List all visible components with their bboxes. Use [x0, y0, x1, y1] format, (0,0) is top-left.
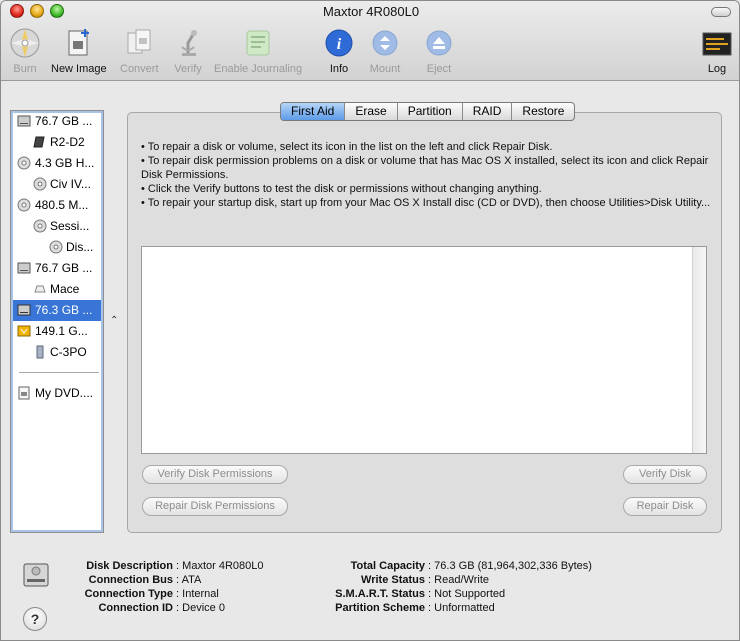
info-write-status: Write Status : Read/Write	[361, 574, 489, 586]
log-button[interactable]: Log	[701, 27, 733, 75]
window-title: Maxtor 4R080L0	[322, 4, 420, 19]
volume-icon	[34, 285, 46, 293]
info-disk-description: Disk Description : Maxtor 4R080L0	[86, 560, 264, 572]
instruction-line: • Click the Verify buttons to test the d…	[141, 183, 542, 195]
burn-button[interactable]: Burn	[9, 27, 41, 75]
info-connection-id: Connection ID : Device 0	[98, 602, 225, 614]
mount-icon	[372, 30, 398, 56]
split-view-handle[interactable]: ⌃	[110, 315, 118, 326]
device-item[interactable]: 149.1 G...	[13, 321, 101, 342]
volume-item[interactable]: C-3PO	[13, 342, 101, 363]
title-toolbar: Maxtor 4R080L0 Burn New Image Convert Ve…	[1, 1, 739, 81]
verify-button[interactable]: Verify	[172, 27, 204, 75]
info-button[interactable]: i Info	[323, 27, 355, 75]
disk-image-icon	[18, 386, 30, 400]
hard-drive-icon	[23, 563, 49, 587]
first-aid-instructions: • To repair a disk or volume, select its…	[141, 140, 711, 210]
new-image-icon	[68, 29, 89, 56]
mount-button[interactable]: Mount	[369, 27, 401, 75]
log-icon	[702, 32, 732, 56]
optical-disc-icon	[17, 198, 31, 212]
info-connection-bus: Connection Bus : ATA	[88, 574, 202, 586]
external-drive-icon	[17, 325, 31, 337]
verify-icon	[181, 30, 197, 56]
device-item[interactable]: 4.3 GB H...	[13, 153, 101, 174]
volume-item[interactable]: Dis...	[13, 237, 101, 258]
disk-image-item[interactable]: My DVD....	[13, 383, 101, 404]
enable-journaling-button[interactable]: Enable Journaling	[214, 27, 302, 75]
first-aid-log[interactable]	[141, 246, 707, 454]
sidebar-divider	[19, 372, 99, 373]
tab-partition[interactable]: Partition	[398, 103, 463, 120]
device-item-selected[interactable]: 76.3 GB ...	[13, 300, 101, 321]
volume-icon	[33, 136, 45, 148]
volume-item[interactable]: Mace	[13, 279, 101, 300]
device-list[interactable]: 76.7 GB ... R2-D2 4.3 GB H... Civ IV... …	[10, 110, 104, 533]
disk-utility-window: Maxtor 4R080L0 Burn New Image Convert Ve…	[0, 0, 740, 641]
optical-disc-icon	[33, 177, 47, 191]
svg-text:i: i	[337, 36, 342, 53]
info-connection-type: Connection Type : Internal	[84, 588, 219, 600]
tab-bar: First Aid Erase Partition RAID Restore	[280, 102, 576, 121]
toolbar-toggle-button[interactable]	[711, 7, 731, 17]
tab-erase[interactable]: Erase	[345, 103, 398, 120]
volume-item[interactable]: Civ IV...	[13, 174, 101, 195]
device-item[interactable]: 76.7 GB ...	[13, 258, 101, 279]
convert-button[interactable]: Convert	[120, 27, 159, 75]
optical-disc-icon	[49, 240, 63, 254]
convert-icon	[127, 29, 151, 54]
repair-disk-permissions-button[interactable]: Repair Disk Permissions	[142, 497, 288, 516]
device-item[interactable]: 480.5 M...	[13, 195, 101, 216]
session-item[interactable]: Sessi...	[13, 216, 101, 237]
volume-item[interactable]: R2-D2	[13, 132, 101, 153]
info-partition-scheme: Partition Scheme : Unformatted	[335, 602, 495, 614]
hard-drive-icon	[17, 262, 31, 274]
burn-icon	[10, 28, 40, 58]
repair-disk-button[interactable]: Repair Disk	[623, 497, 707, 516]
device-item[interactable]: 76.7 GB ...	[13, 111, 101, 132]
log-scrollbar[interactable]	[692, 247, 706, 453]
volume-icon	[36, 345, 44, 359]
optical-disc-icon	[33, 219, 47, 233]
instruction-line: • To repair disk permission problems on …	[141, 155, 709, 181]
eject-icon	[426, 30, 452, 56]
instruction-line: • To repair your startup disk, start up …	[141, 197, 711, 209]
hard-drive-icon	[17, 115, 31, 127]
info-smart-status: S.M.A.R.T. Status : Not Supported	[335, 588, 506, 600]
optical-disc-icon	[17, 156, 31, 170]
verify-disk-permissions-button[interactable]: Verify Disk Permissions	[142, 465, 288, 484]
journaling-icon	[246, 30, 270, 56]
tab-raid[interactable]: RAID	[463, 103, 513, 120]
help-button[interactable]: ?	[23, 607, 47, 631]
instruction-line: • To repair a disk or volume, select its…	[141, 141, 553, 153]
new-image-button[interactable]: New Image	[51, 27, 107, 75]
verify-disk-button[interactable]: Verify Disk	[623, 465, 707, 484]
hard-drive-icon	[17, 304, 31, 316]
info-icon: i	[325, 29, 353, 57]
tab-restore[interactable]: Restore	[512, 103, 574, 120]
tab-first-aid[interactable]: First Aid	[281, 103, 346, 120]
info-total-capacity: Total Capacity : 76.3 GB (81,964,302,336…	[350, 560, 592, 572]
eject-button[interactable]: Eject	[423, 27, 455, 75]
